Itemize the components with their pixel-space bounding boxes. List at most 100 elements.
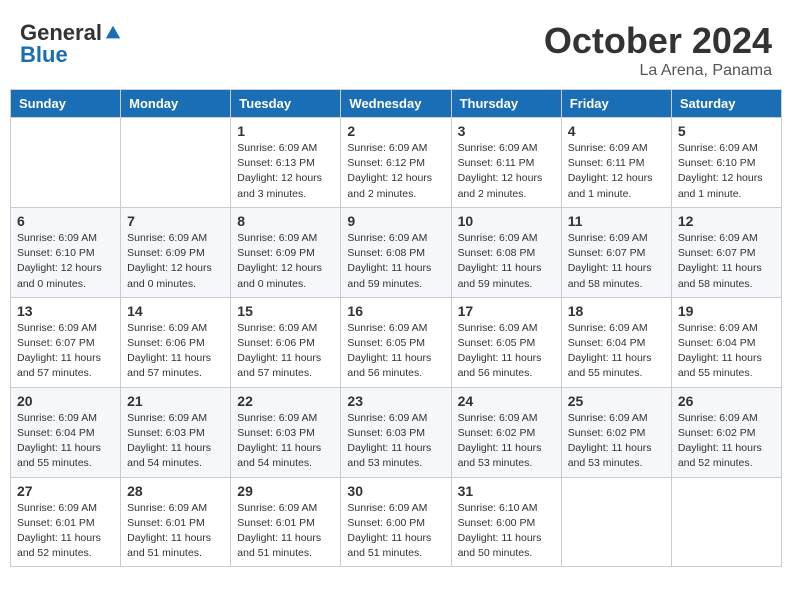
calendar-cell: 28Sunrise: 6:09 AM Sunset: 6:01 PM Dayli… — [121, 477, 231, 567]
day-info: Sunrise: 6:09 AM Sunset: 6:02 PM Dayligh… — [568, 411, 665, 472]
calendar-cell: 23Sunrise: 6:09 AM Sunset: 6:03 PM Dayli… — [341, 387, 451, 477]
day-number: 26 — [678, 393, 775, 409]
day-number: 8 — [237, 213, 334, 229]
col-header-sunday: Sunday — [11, 90, 121, 118]
page-header: General Blue October 2024 La Arena, Pana… — [10, 10, 782, 85]
day-number: 5 — [678, 123, 775, 139]
day-info: Sunrise: 6:10 AM Sunset: 6:00 PM Dayligh… — [458, 501, 555, 562]
logo-blue-text: Blue — [20, 42, 68, 68]
day-number: 31 — [458, 483, 555, 499]
calendar-cell: 25 Sunrise: 6:09 AM Sunset: 6:02 PM Dayli… — [561, 387, 671, 477]
day-info: Sunrise: 6:09 AM Sunset: 6:06 PM Dayligh… — [237, 321, 334, 382]
calendar-cell: 6Sunrise: 6:09 AM Sunset: 6:10 PM Daylig… — [11, 207, 121, 297]
calendar-cell: 17Sunrise: 6:09 AM Sunset: 6:05 PM Dayli… — [451, 297, 561, 387]
col-header-saturday: Saturday — [671, 90, 781, 118]
calendar-cell — [121, 118, 231, 208]
day-info: Sunrise: 6:09 AM Sunset: 6:02 PM Dayligh… — [458, 411, 555, 472]
day-info: Sunrise: 6:09 AM Sunset: 6:01 PM Dayligh… — [237, 501, 334, 562]
day-number: 7 — [127, 213, 224, 229]
day-number: 3 — [458, 123, 555, 139]
day-info: Sunrise: 6:09 AM Sunset: 6:09 PM Dayligh… — [237, 231, 334, 292]
calendar-cell: 31 Sunrise: 6:10 AM Sunset: 6:00 PM Dayli… — [451, 477, 561, 567]
day-info: Sunrise: 6:09 AM Sunset: 6:10 PM Dayligh… — [17, 231, 114, 292]
title-block: October 2024 La Arena, Panama — [544, 20, 772, 80]
calendar-cell: 15 Sunrise: 6:09 AM Sunset: 6:06 PM Dayli… — [231, 297, 341, 387]
day-number: 29 — [237, 483, 334, 499]
day-number: 24 — [458, 393, 555, 409]
calendar-cell: 22 Sunrise: 6:09 AM Sunset: 6:03 PM Dayli… — [231, 387, 341, 477]
calendar-cell — [671, 477, 781, 567]
logo: General Blue — [20, 20, 122, 68]
calendar-cell: 14 Sunrise: 6:09 AM Sunset: 6:06 PM Dayli… — [121, 297, 231, 387]
day-info: Sunrise: 6:09 AM Sunset: 6:01 PM Dayligh… — [17, 501, 114, 562]
logo-icon — [104, 24, 122, 42]
calendar-cell: 4 Sunrise: 6:09 AM Sunset: 6:11 PM Daylig… — [561, 118, 671, 208]
day-info: Sunrise: 6:09 AM Sunset: 6:00 PM Dayligh… — [347, 501, 444, 562]
calendar-cell: 29 Sunrise: 6:09 AM Sunset: 6:01 PM Dayli… — [231, 477, 341, 567]
day-number: 22 — [237, 393, 334, 409]
calendar-cell: 18Sunrise: 6:09 AM Sunset: 6:04 PM Dayli… — [561, 297, 671, 387]
calendar-cell: 10 Sunrise: 6:09 AM Sunset: 6:08 PM Dayli… — [451, 207, 561, 297]
day-number: 23 — [347, 393, 444, 409]
day-info: Sunrise: 6:09 AM Sunset: 6:06 PM Dayligh… — [127, 321, 224, 382]
week-row-3: 13 Sunrise: 6:09 AM Sunset: 6:07 PM Dayli… — [11, 297, 782, 387]
day-number: 13 — [17, 303, 114, 319]
week-row-4: 20 Sunrise: 6:09 AM Sunset: 6:04 PM Dayli… — [11, 387, 782, 477]
day-number: 27 — [17, 483, 114, 499]
day-number: 1 — [237, 123, 334, 139]
day-info: Sunrise: 6:09 AM Sunset: 6:03 PM Dayligh… — [237, 411, 334, 472]
day-number: 11 — [568, 213, 665, 229]
calendar-cell: 13 Sunrise: 6:09 AM Sunset: 6:07 PM Dayli… — [11, 297, 121, 387]
day-info: Sunrise: 6:09 AM Sunset: 6:07 PM Dayligh… — [17, 321, 114, 382]
day-number: 4 — [568, 123, 665, 139]
day-number: 16 — [347, 303, 444, 319]
day-info: Sunrise: 6:09 AM Sunset: 6:05 PM Dayligh… — [347, 321, 444, 382]
calendar-cell: 2 Sunrise: 6:09 AM Sunset: 6:12 PM Daylig… — [341, 118, 451, 208]
day-info: Sunrise: 6:09 AM Sunset: 6:08 PM Dayligh… — [458, 231, 555, 292]
day-number: 19 — [678, 303, 775, 319]
location-subtitle: La Arena, Panama — [544, 62, 772, 80]
day-number: 2 — [347, 123, 444, 139]
calendar-cell — [11, 118, 121, 208]
day-info: Sunrise: 6:09 AM Sunset: 6:02 PM Dayligh… — [678, 411, 775, 472]
day-number: 30 — [347, 483, 444, 499]
day-number: 9 — [347, 213, 444, 229]
day-info: Sunrise: 6:09 AM Sunset: 6:09 PM Dayligh… — [127, 231, 224, 292]
day-info: Sunrise: 6:09 AM Sunset: 6:04 PM Dayligh… — [17, 411, 114, 472]
day-info: Sunrise: 6:09 AM Sunset: 6:11 PM Dayligh… — [568, 141, 665, 202]
day-info: Sunrise: 6:09 AM Sunset: 6:04 PM Dayligh… — [678, 321, 775, 382]
col-header-wednesday: Wednesday — [341, 90, 451, 118]
day-number: 15 — [237, 303, 334, 319]
week-row-1: 1Sunrise: 6:09 AM Sunset: 6:13 PM Daylig… — [11, 118, 782, 208]
calendar-cell: 11 Sunrise: 6:09 AM Sunset: 6:07 PM Dayli… — [561, 207, 671, 297]
day-info: Sunrise: 6:09 AM Sunset: 6:07 PM Dayligh… — [678, 231, 775, 292]
calendar-cell: 7 Sunrise: 6:09 AM Sunset: 6:09 PM Daylig… — [121, 207, 231, 297]
day-number: 25 — [568, 393, 665, 409]
day-info: Sunrise: 6:09 AM Sunset: 6:08 PM Dayligh… — [347, 231, 444, 292]
day-number: 20 — [17, 393, 114, 409]
day-info: Sunrise: 6:09 AM Sunset: 6:12 PM Dayligh… — [347, 141, 444, 202]
calendar-cell: 12Sunrise: 6:09 AM Sunset: 6:07 PM Dayli… — [671, 207, 781, 297]
calendar-cell: 1Sunrise: 6:09 AM Sunset: 6:13 PM Daylig… — [231, 118, 341, 208]
col-header-friday: Friday — [561, 90, 671, 118]
calendar-header-row: SundayMondayTuesdayWednesdayThursdayFrid… — [11, 90, 782, 118]
calendar-cell: 3Sunrise: 6:09 AM Sunset: 6:11 PM Daylig… — [451, 118, 561, 208]
day-info: Sunrise: 6:09 AM Sunset: 6:05 PM Dayligh… — [458, 321, 555, 382]
day-number: 10 — [458, 213, 555, 229]
day-number: 18 — [568, 303, 665, 319]
week-row-5: 27 Sunrise: 6:09 AM Sunset: 6:01 PM Dayli… — [11, 477, 782, 567]
day-info: Sunrise: 6:09 AM Sunset: 6:03 PM Dayligh… — [127, 411, 224, 472]
calendar-cell: 19 Sunrise: 6:09 AM Sunset: 6:04 PM Dayli… — [671, 297, 781, 387]
week-row-2: 6Sunrise: 6:09 AM Sunset: 6:10 PM Daylig… — [11, 207, 782, 297]
calendar-cell: 27 Sunrise: 6:09 AM Sunset: 6:01 PM Dayli… — [11, 477, 121, 567]
calendar-cell — [561, 477, 671, 567]
day-info: Sunrise: 6:09 AM Sunset: 6:01 PM Dayligh… — [127, 501, 224, 562]
calendar-cell: 30 Sunrise: 6:09 AM Sunset: 6:00 PM Dayli… — [341, 477, 451, 567]
calendar-table: SundayMondayTuesdayWednesdayThursdayFrid… — [10, 89, 782, 567]
day-number: 14 — [127, 303, 224, 319]
day-number: 21 — [127, 393, 224, 409]
day-info: Sunrise: 6:09 AM Sunset: 6:07 PM Dayligh… — [568, 231, 665, 292]
col-header-monday: Monday — [121, 90, 231, 118]
calendar-cell: 21 Sunrise: 6:09 AM Sunset: 6:03 PM Dayli… — [121, 387, 231, 477]
month-title: October 2024 — [544, 20, 772, 62]
